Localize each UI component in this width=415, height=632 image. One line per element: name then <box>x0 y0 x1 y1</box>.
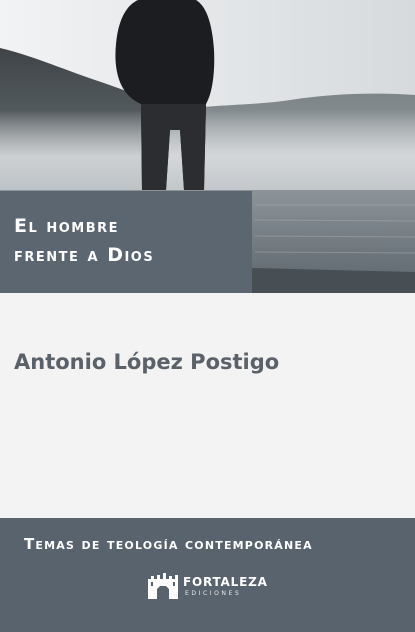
footer-band: Temas de teología contemporánea FORTALEZ… <box>0 518 415 632</box>
title-band: El hombre frente a Dios <box>0 191 252 293</box>
publisher-name: FORTALEZA <box>183 575 268 589</box>
series-title: Temas de teología contemporánea <box>24 535 313 553</box>
publisher-logo: FORTALEZA EDICIONES <box>147 572 277 602</box>
fortaleza-castle-icon <box>148 573 178 599</box>
book-title-line-2: frente a Dios <box>14 244 155 266</box>
mist <box>0 110 415 195</box>
book-cover: El hombre frente a Dios Antonio López Po… <box>0 0 415 632</box>
publisher-subtitle: EDICIONES <box>185 590 242 597</box>
author-name: Antonio López Postigo <box>14 350 280 374</box>
book-title-line-1: El hombre <box>14 215 120 237</box>
dock-edge <box>252 268 415 293</box>
